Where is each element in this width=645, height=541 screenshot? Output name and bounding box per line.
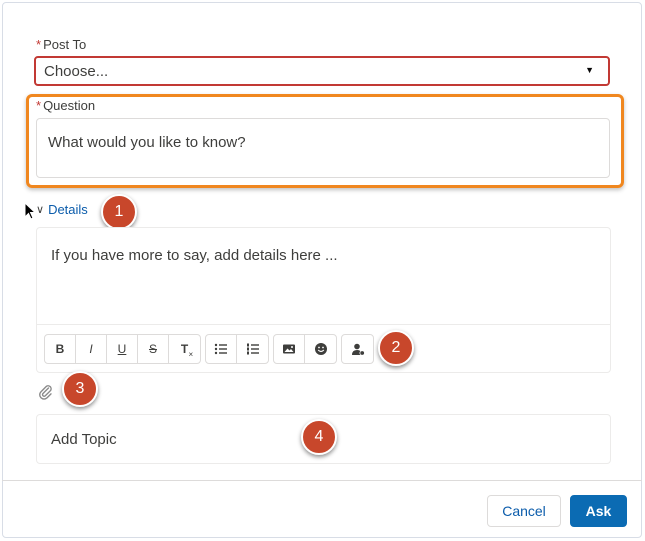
strikethrough-icon: S xyxy=(148,342,157,356)
italic-icon: I xyxy=(89,342,93,356)
mouse-pointer-icon xyxy=(24,202,36,220)
ask-button[interactable]: Ask xyxy=(570,495,627,527)
text-format-group: B I U S T × xyxy=(44,334,201,364)
bulleted-list-icon xyxy=(214,343,227,355)
required-marker: * xyxy=(36,37,42,52)
emoji-button[interactable] xyxy=(305,335,336,363)
numbered-list-icon xyxy=(246,343,259,355)
post-to-value: Choose... xyxy=(44,62,109,80)
italic-button[interactable]: I xyxy=(76,335,107,363)
question-placeholder: What would you like to know? xyxy=(48,134,246,151)
details-placeholder: If you have more to say, add details her… xyxy=(51,247,338,264)
callout-badge-1: 1 xyxy=(101,194,137,230)
callout-badge-3: 3 xyxy=(62,371,98,407)
mention-icon xyxy=(351,343,365,356)
paperclip-icon[interactable] xyxy=(38,384,54,400)
bulleted-list-button[interactable] xyxy=(206,335,237,363)
strikethrough-button[interactable]: S xyxy=(138,335,169,363)
insert-image-button[interactable] xyxy=(274,335,305,363)
details-toggle[interactable]: ∨ Details xyxy=(36,202,88,217)
insert-group xyxy=(273,334,337,364)
cancel-button[interactable]: Cancel xyxy=(487,495,561,527)
question-label-text: Question xyxy=(43,98,96,113)
emoji-icon xyxy=(314,343,327,355)
rich-text-toolbar: B I U S T × xyxy=(37,324,610,372)
underline-button[interactable]: U xyxy=(107,335,138,363)
mention-group xyxy=(341,334,374,364)
post-to-label-text: Post To xyxy=(43,37,87,52)
chevron-down-icon: ∨ xyxy=(36,204,45,216)
bold-button[interactable]: B xyxy=(45,335,76,363)
underline-icon: U xyxy=(117,342,127,356)
post-to-label: * Post To xyxy=(36,37,86,52)
bold-icon: B xyxy=(55,342,65,356)
clear-format-button[interactable]: T × xyxy=(169,335,200,363)
question-label: * Question xyxy=(36,98,95,113)
callout-badge-2: 2 xyxy=(378,330,414,366)
list-group xyxy=(205,334,269,364)
clear-format-icon: T × xyxy=(180,342,194,359)
topic-placeholder: Add Topic xyxy=(51,431,117,448)
question-input[interactable]: What would you like to know? xyxy=(36,118,610,178)
numbered-list-button[interactable] xyxy=(237,335,268,363)
image-icon xyxy=(283,344,295,354)
details-editor[interactable]: If you have more to say, add details her… xyxy=(36,227,611,373)
mention-button[interactable] xyxy=(342,335,373,363)
footer-divider xyxy=(2,480,642,481)
details-label: Details xyxy=(48,202,88,217)
callout-badge-4: 4 xyxy=(301,419,337,455)
required-marker: * xyxy=(36,98,42,113)
chevron-down-icon: ▼ xyxy=(585,65,594,75)
post-to-select[interactable]: Choose... ▼ xyxy=(34,56,610,86)
